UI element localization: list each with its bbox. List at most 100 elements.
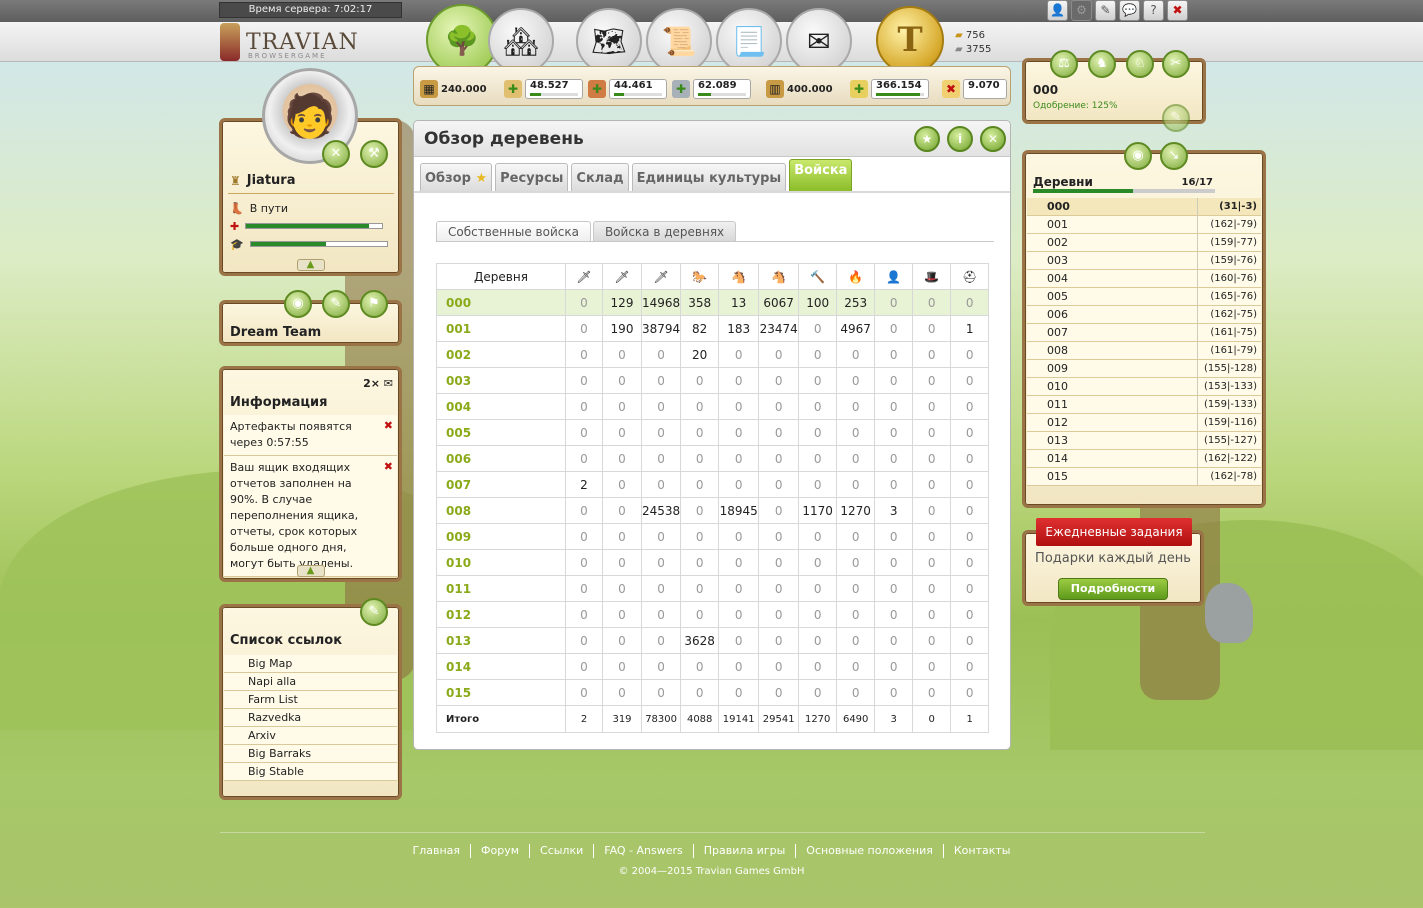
village-link[interactable]: 015 <box>436 679 566 706</box>
info-button[interactable]: i <box>947 126 973 152</box>
footer-link[interactable]: Правила игры <box>704 844 786 857</box>
village-link[interactable]: 007 <box>436 471 566 498</box>
dismiss-icon[interactable]: ✖ <box>384 459 393 475</box>
nav-map-button[interactable]: 🗺 <box>576 8 642 74</box>
collapse-player-button[interactable]: ▲ <box>296 259 325 271</box>
village-list-item[interactable]: 012 (159|-116) <box>1027 414 1261 432</box>
village-workshop-button[interactable]: ✂ <box>1162 50 1190 78</box>
village-list-item[interactable]: 008 (161|-79) <box>1027 342 1261 360</box>
link-item[interactable]: Big Barraks <box>224 745 397 763</box>
close-button[interactable]: ✕ <box>980 126 1006 152</box>
village-list-item[interactable]: 009 (155|-128) <box>1027 360 1261 378</box>
subtab-own-troops[interactable]: Собственные войска <box>436 221 591 241</box>
village-link[interactable]: 000 <box>436 289 566 316</box>
village-link[interactable]: 002 <box>436 341 566 368</box>
gold-shop-button[interactable]: T <box>876 6 944 74</box>
nav-reports-button[interactable]: 📃 <box>716 8 782 74</box>
village-link[interactable]: 010 <box>436 549 566 576</box>
warehouse-capacity[interactable]: ▦ 240.000 <box>420 77 487 101</box>
link-item[interactable]: Razvedka <box>224 709 397 727</box>
village-list-item[interactable]: 006 (162|-75) <box>1027 306 1261 324</box>
nav-statistics-button[interactable]: 📜 <box>646 8 712 74</box>
village-list-view-button[interactable]: ◉ <box>1124 142 1152 170</box>
favorite-button[interactable]: ★ <box>914 126 940 152</box>
footer-link[interactable]: Контакты <box>954 844 1011 857</box>
tab-resources[interactable]: Ресурсы <box>495 163 569 191</box>
village-stable-button[interactable]: ♘ <box>1126 50 1154 78</box>
village-link[interactable]: 014 <box>436 653 566 680</box>
village-list-item[interactable]: 002 (159|-77) <box>1027 234 1261 252</box>
village-link[interactable]: 004 <box>436 393 566 420</box>
village-list-item[interactable]: 000 (31|-3) <box>1027 198 1261 216</box>
link-item[interactable]: Napi alla <box>224 673 397 691</box>
village-link[interactable]: 012 <box>436 601 566 628</box>
settings-icon[interactable]: ⚙ <box>1071 0 1092 21</box>
logout-icon[interactable]: ✖ <box>1167 0 1188 21</box>
village-list-item[interactable]: 010 (153|-133) <box>1027 378 1261 396</box>
village-list-item[interactable]: 015 (162|-78) <box>1027 468 1261 486</box>
alliance-name[interactable]: Dream Team <box>230 325 321 340</box>
village-link[interactable]: 008 <box>436 497 566 524</box>
edit-links-button[interactable]: ✎ <box>360 598 388 626</box>
rename-village-button[interactable]: ✎ <box>1162 104 1190 132</box>
dismiss-icon[interactable]: ✖ <box>384 418 393 434</box>
notes-icon[interactable]: ✎ <box>1095 0 1116 21</box>
footer-link[interactable]: FAQ - Answers <box>604 844 683 857</box>
tab-overview[interactable]: Обзор ★ <box>420 163 493 191</box>
subtab-troops-in-villages[interactable]: Войска в деревнях <box>592 221 737 241</box>
current-village-name[interactable]: 000 <box>1033 83 1058 97</box>
village-list-item[interactable]: 004 (160|-76) <box>1027 270 1261 288</box>
village-link[interactable]: 005 <box>436 419 566 446</box>
troop-count-cell: 0 <box>640 445 682 472</box>
forum-icon[interactable]: 💬 <box>1119 0 1140 21</box>
village-list-item[interactable]: 014 (162|-122) <box>1027 450 1261 468</box>
alliance-forum-button[interactable]: ✎ <box>322 290 350 318</box>
iron-resource[interactable]: ✚ 62.089 <box>672 77 751 101</box>
village-list-item[interactable]: 005 (165|-76) <box>1027 288 1261 306</box>
tab-warehouse[interactable]: Склад <box>571 163 629 191</box>
footer-link[interactable]: Форум <box>481 844 519 857</box>
daily-quests-banner[interactable]: Ежедневные задания <box>1036 518 1192 546</box>
village-list-item[interactable]: 013 (155|-127) <box>1027 432 1261 450</box>
player-name[interactable]: Jiatura <box>247 173 296 188</box>
crop-consumption[interactable]: ✖ 9.070 <box>942 77 1007 101</box>
wood-resource[interactable]: ✚ 48.527 <box>504 77 583 101</box>
footer-link[interactable]: Главная <box>413 844 461 857</box>
alliance-overview-button[interactable]: ◉ <box>284 290 312 318</box>
profile-icon[interactable]: 👤 <box>1047 0 1068 21</box>
daily-details-button[interactable]: Подробности <box>1058 578 1168 600</box>
nav-village-button[interactable]: 🏘 <box>488 8 554 74</box>
village-link[interactable]: 009 <box>436 523 566 550</box>
link-item[interactable]: Farm List <box>224 691 397 709</box>
village-link[interactable]: 001 <box>436 315 566 342</box>
hero-adventure-button[interactable]: ✕ <box>322 140 350 168</box>
clay-resource[interactable]: ✚ 44.461 <box>588 77 667 101</box>
village-list-item[interactable]: 011 (159|-133) <box>1027 396 1261 414</box>
tab-troops[interactable]: Войска <box>789 159 853 191</box>
village-market-button[interactable]: ♞ <box>1088 50 1116 78</box>
link-item[interactable]: Big Stable <box>224 763 397 781</box>
crop-resource[interactable]: ✚ 366.154 <box>850 77 929 101</box>
tab-culture-points[interactable]: Единицы культуры <box>631 163 787 191</box>
village-list-item[interactable]: 001 (162|-79) <box>1027 216 1261 234</box>
footer-link[interactable]: Основные положения <box>806 844 933 857</box>
collapse-info-button[interactable]: ▲ <box>296 565 325 577</box>
village-link[interactable]: 011 <box>436 575 566 602</box>
village-list-sort-button[interactable]: ↘ <box>1160 142 1188 170</box>
alliance-messages-button[interactable]: ⚑ <box>360 290 388 318</box>
travian-logo[interactable]: TRAVIAN BROWSERGAME <box>220 22 359 62</box>
link-item[interactable]: Arxiv <box>224 727 397 745</box>
hero-auction-button[interactable]: ⚒ <box>360 140 388 168</box>
help-icon[interactable]: ? <box>1143 0 1164 21</box>
troop-count-cell: 0 <box>950 445 990 472</box>
footer-link[interactable]: Ссылки <box>540 844 583 857</box>
village-statistics-button[interactable]: ⚖ <box>1050 50 1078 78</box>
nav-messages-button[interactable]: ✉ <box>786 8 852 74</box>
village-link[interactable]: 013 <box>436 627 566 654</box>
village-list-item[interactable]: 003 (159|-76) <box>1027 252 1261 270</box>
village-link[interactable]: 003 <box>436 367 566 394</box>
village-link[interactable]: 006 <box>436 445 566 472</box>
village-list-item[interactable]: 007 (161|-75) <box>1027 324 1261 342</box>
granary-capacity[interactable]: ▥ 400.000 <box>766 77 833 101</box>
link-item[interactable]: Big Map <box>224 655 397 673</box>
